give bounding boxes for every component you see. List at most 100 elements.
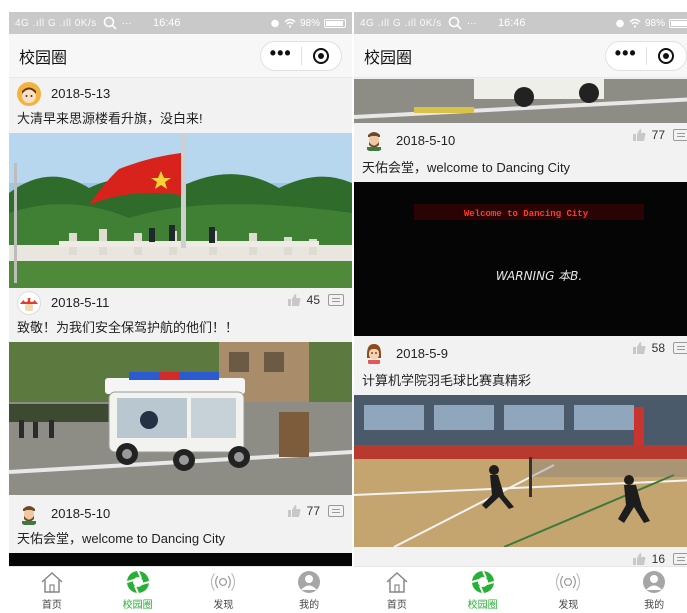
avatar[interactable]	[362, 341, 386, 365]
tab-label: 首页	[41, 599, 62, 611]
like-button[interactable]: 77	[632, 128, 665, 142]
graffiti-text: WARNING 本B.	[496, 269, 582, 283]
more-dots-icon: ···	[121, 17, 132, 29]
tab-label: 发现	[213, 599, 234, 611]
post-header: 2018-5-10 77	[9, 499, 352, 528]
avatar[interactable]	[17, 501, 41, 526]
broadcast-icon	[211, 572, 236, 591]
tab-me[interactable]: 我的	[611, 567, 687, 613]
more-dots-icon: •••	[269, 42, 292, 63]
post-date: 2018-5-13	[51, 86, 111, 101]
camera-aperture-icon	[126, 570, 149, 593]
comment-icon[interactable]	[673, 553, 687, 565]
thumbs-up-icon	[632, 553, 646, 565]
user-icon	[643, 570, 666, 593]
post-actions: 77	[287, 504, 344, 518]
post-card: 2018-5-10 77 天佑会堂，welcome to Dancing Cit…	[354, 123, 687, 336]
post-card: 2018-5-9 58 计算机学院羽毛球比赛真精彩	[354, 336, 687, 547]
close-button[interactable]	[647, 42, 687, 70]
phone-screen-right: 4G .ıll G .ıll 0K/s ··· 16:46 98% 校园圈 ••…	[354, 12, 687, 613]
tab-home[interactable]: 首页	[354, 567, 440, 613]
tab-campus-circle[interactable]: 校园圈	[95, 567, 181, 613]
battery-icon	[669, 18, 687, 28]
wifi-icon	[284, 18, 296, 28]
more-button[interactable]: •••	[606, 42, 646, 70]
post-card: 2018-5-11 45 致敬！为我们安全保驾护航的他们！！	[9, 288, 352, 495]
tab-bar: 首页 校园圈 发现 我的	[9, 566, 352, 613]
mushroom-avatar-icon	[20, 297, 38, 311]
user-icon	[298, 570, 321, 593]
more-dots-icon: ···	[466, 17, 477, 29]
screens: 4G .ıll G .ıll 0K/s ··· 16:46 98% 校园圈 ••…	[0, 0, 687, 613]
post-actions: 45	[287, 293, 344, 307]
tab-label: 我的	[299, 599, 320, 611]
like-count: 16	[651, 552, 665, 566]
post-header: 2018-5-10 77	[354, 123, 687, 157]
post-header: 16	[354, 547, 687, 566]
feed[interactable]: 2018-5-13 大清早来思源楼看升旗，没白来! 2018-5-11 45 致…	[9, 79, 352, 566]
tab-home[interactable]: 首页	[9, 567, 95, 613]
mini-program-capsule: •••	[605, 40, 687, 71]
battery-level: 98%	[644, 17, 665, 29]
like-count: 58	[651, 341, 665, 355]
like-count: 45	[306, 293, 320, 307]
clock: 16:46	[153, 17, 181, 29]
home-icon	[41, 571, 63, 593]
avatar[interactable]	[17, 290, 41, 315]
post-date: 2018-5-10	[51, 506, 111, 521]
tab-label: 发现	[558, 599, 579, 611]
like-count: 77	[306, 504, 320, 518]
comment-icon[interactable]	[673, 342, 687, 354]
like-button[interactable]: 58	[632, 341, 665, 355]
post-header: 2018-5-11 45	[9, 288, 352, 317]
security-cart-photo[interactable]	[9, 342, 352, 495]
signal-indicator: 4G .ıll G .ıll 0K/s	[360, 17, 442, 29]
feed[interactable]: 2018-5-10 77 天佑会堂，welcome to Dancing Cit…	[354, 79, 687, 566]
tab-discover[interactable]: 发现	[181, 567, 267, 613]
sign-text: Welcome to Dancing City	[464, 209, 589, 219]
alarm-icon	[616, 19, 624, 28]
post-actions: 77	[632, 128, 687, 142]
flag-raising-illustration	[9, 133, 352, 288]
signal-indicator: 4G .ıll G .ıll 0K/s	[15, 17, 97, 29]
cart-photo-crop	[354, 79, 687, 123]
clock: 16:46	[498, 17, 526, 29]
tab-campus-circle[interactable]: 校园圈	[440, 567, 526, 613]
girl-avatar-icon	[367, 344, 381, 364]
like-button[interactable]: 16	[632, 552, 665, 566]
alarm-icon	[271, 19, 279, 28]
badminton-photo[interactable]	[354, 395, 687, 547]
flag-raising-photo[interactable]	[9, 133, 352, 288]
more-button[interactable]: •••	[261, 42, 301, 70]
post-text: 大清早来思源楼看升旗，没白来!	[17, 111, 203, 126]
comment-icon[interactable]	[673, 129, 687, 141]
tab-label: 校园圈	[467, 599, 498, 611]
avatar[interactable]	[17, 81, 41, 106]
close-target-icon	[658, 47, 675, 64]
tab-me[interactable]: 我的	[266, 567, 352, 613]
bearded-man-avatar-icon	[367, 132, 381, 151]
dark-hall-photo[interactable]: Welcome to Dancing City WARNING 本B.	[354, 182, 687, 336]
avatar[interactable]	[362, 128, 386, 152]
tab-bar: 首页 校园圈 发现 我的	[354, 566, 687, 613]
tab-discover[interactable]: 发现	[526, 567, 612, 613]
page-title: 校园圈	[19, 49, 68, 67]
badminton-illustration	[354, 395, 687, 547]
post-text: 天佑会堂，welcome to Dancing City	[362, 160, 571, 175]
wifi-icon	[629, 18, 641, 28]
mini-program-capsule: •••	[260, 40, 342, 71]
security-cart-illustration	[9, 342, 352, 495]
tab-label: 校园圈	[122, 599, 153, 611]
comment-icon[interactable]	[328, 294, 344, 306]
title-bar: 校园圈 •••	[9, 34, 352, 78]
dark-hall-photo[interactable]	[9, 553, 352, 566]
post-actions: 16	[632, 552, 687, 566]
battery-level: 98%	[299, 17, 320, 29]
comment-icon[interactable]	[328, 505, 344, 517]
like-button[interactable]: 45	[287, 293, 320, 307]
security-cart-photo[interactable]	[354, 79, 687, 123]
broadcast-icon	[556, 572, 581, 591]
like-button[interactable]: 77	[287, 504, 320, 518]
close-button[interactable]	[302, 42, 342, 70]
more-dots-icon: •••	[614, 42, 637, 63]
